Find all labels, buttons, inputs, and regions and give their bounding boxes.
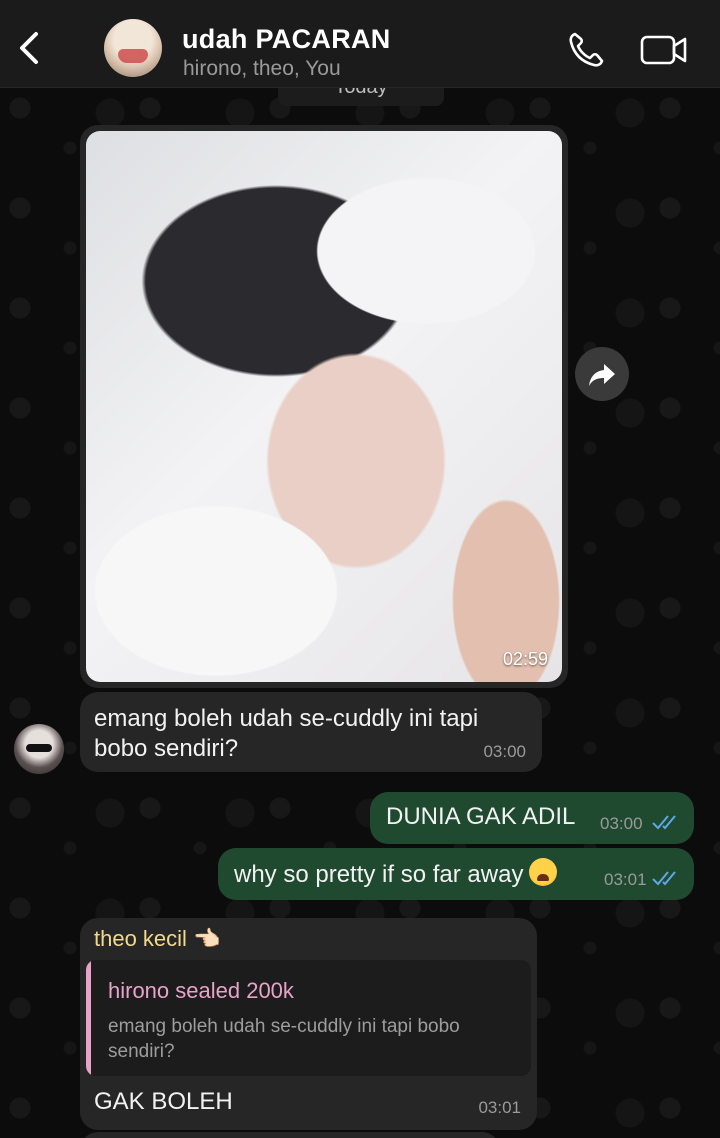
quoted-text: emang boleh udah se-cuddly ini tapi bobo…	[108, 1016, 460, 1062]
message-timestamp: 03:00	[600, 814, 643, 833]
photo-timestamp: 02:59	[502, 649, 548, 669]
sender-avatar[interactable]	[14, 724, 64, 774]
reply-sender-name[interactable]: theo kecil 👈🏻	[94, 926, 220, 952]
message-text: GAK BOLEH	[94, 1088, 233, 1115]
quoted-message[interactable]: hirono sealed 200k emang boleh udah se-c…	[86, 960, 531, 1076]
message-text: why so pretty if so far away	[234, 861, 524, 888]
incoming-message[interactable]: emang boleh udah se-cuddly ini tapi bobo…	[80, 692, 542, 772]
chat-title[interactable]: udah PACARAN	[182, 24, 391, 55]
weary-face-icon	[529, 858, 558, 886]
forward-button[interactable]	[575, 347, 629, 401]
double-check-icon	[652, 871, 676, 886]
outgoing-message[interactable]: DUNIA GAK ADIL 03:00	[370, 792, 694, 844]
message-text-wrap: why so pretty if so far away	[234, 858, 558, 890]
message-text: DUNIA GAK ADIL	[386, 803, 576, 830]
group-avatar[interactable]	[104, 19, 162, 77]
chat-participants[interactable]: hirono, theo, You	[183, 57, 341, 81]
message-timestamp: 03:01	[478, 1098, 521, 1117]
outgoing-message[interactable]: why so pretty if so far away 03:01	[218, 848, 694, 900]
reply-message[interactable]: theo kecil 👈🏻 hirono sealed 200k emang b…	[80, 918, 537, 1130]
forward-arrow-icon	[589, 364, 615, 386]
message-photo[interactable]: 02:59	[86, 131, 562, 682]
phone-icon[interactable]	[566, 30, 606, 70]
message-text: emang boleh udah se-cuddly ini tapi bobo…	[94, 705, 479, 762]
next-message-peek	[80, 1132, 500, 1138]
message-timestamp: 03:00	[483, 742, 526, 761]
quote-accent-bar	[86, 960, 91, 1076]
chat-header: udah PACARAN hirono, theo, You	[0, 0, 720, 88]
quoted-author: hirono sealed 200k	[108, 978, 294, 1003]
message-timestamp: 03:01	[604, 870, 647, 889]
double-check-icon	[652, 815, 676, 830]
photo-message[interactable]: 02:59	[80, 125, 568, 688]
chevron-left-icon[interactable]	[14, 28, 44, 68]
video-camera-icon[interactable]	[640, 34, 688, 66]
